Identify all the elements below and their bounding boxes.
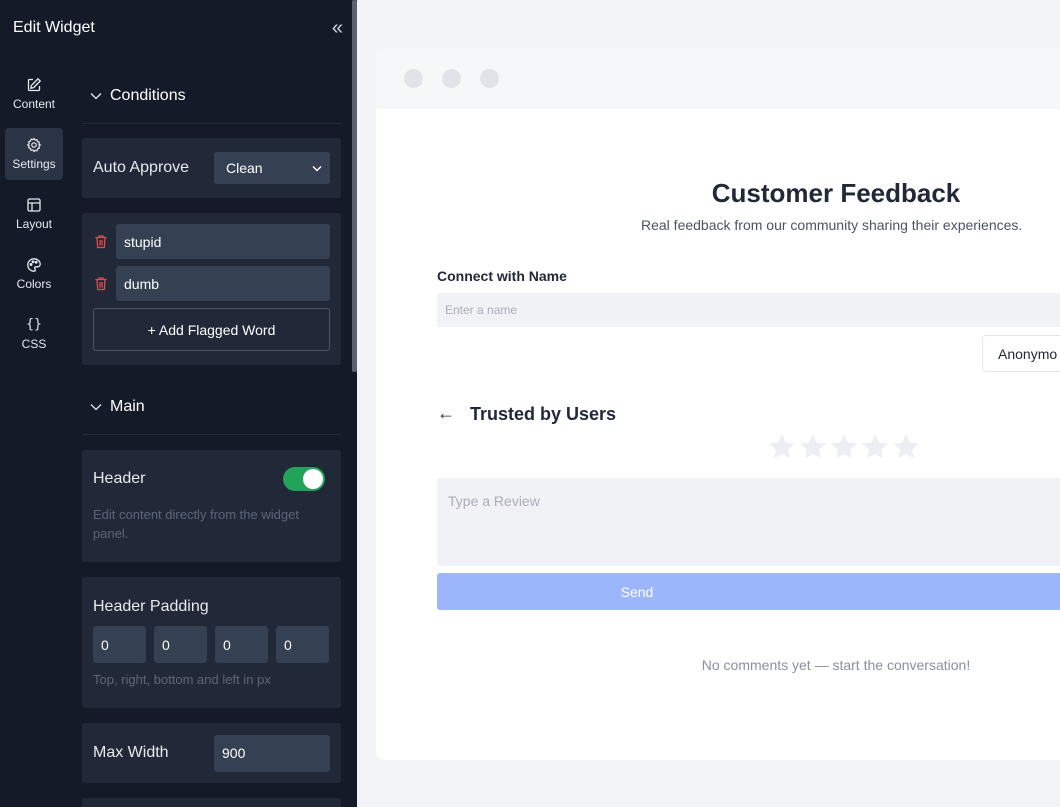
header-card: Header Edit content directly from the wi… bbox=[82, 450, 341, 562]
back-arrow-icon[interactable]: ← bbox=[437, 403, 455, 424]
chevron-down-icon bbox=[312, 165, 322, 171]
flagged-word-row: dumb bbox=[93, 266, 330, 301]
auto-approve-label: Auto Approve bbox=[93, 159, 190, 176]
main-section-header[interactable]: Main bbox=[82, 379, 341, 435]
rail-tab-css[interactable]: {} CSS bbox=[5, 308, 63, 360]
star-icon[interactable] bbox=[798, 432, 828, 462]
max-width-card: Max Width 900 bbox=[82, 723, 341, 783]
palette-icon bbox=[27, 258, 41, 272]
main-heading: Main bbox=[110, 397, 145, 415]
star-icon[interactable] bbox=[767, 432, 797, 462]
conditions-section-header[interactable]: Conditions bbox=[82, 68, 341, 124]
trash-icon[interactable] bbox=[94, 234, 108, 249]
flagged-words-card: stupid dumb + Add Flagged Word bbox=[82, 213, 341, 365]
max-width-input[interactable]: 900 bbox=[214, 734, 330, 772]
toggle-knob bbox=[303, 469, 323, 489]
header-help-text: Edit content directly from the widget pa… bbox=[93, 507, 299, 541]
rail-tab-colors[interactable]: Colors bbox=[5, 248, 63, 300]
settings-content: Conditions Auto Approve Clean stupid dum… bbox=[82, 68, 341, 807]
rating-stars[interactable] bbox=[767, 432, 921, 462]
window-dot bbox=[442, 69, 461, 88]
header-label: Header bbox=[93, 470, 146, 487]
code-braces-icon: {} bbox=[26, 317, 42, 332]
name-input[interactable]: Enter a name bbox=[437, 293, 1060, 327]
review-textarea[interactable]: Type a Review bbox=[437, 478, 1060, 566]
star-icon[interactable] bbox=[891, 432, 921, 462]
rail-label-layout: Layout bbox=[15, 217, 53, 231]
editor-panel: Edit Widget « Content Settings Layout Co… bbox=[0, 0, 357, 807]
trash-icon[interactable] bbox=[94, 276, 108, 291]
header-padding-card: Header Padding 0 0 0 0 Top, right, botto… bbox=[82, 577, 341, 708]
conditions-heading: Conditions bbox=[110, 86, 186, 104]
header-toggle[interactable] bbox=[283, 467, 325, 491]
preview-window-bar bbox=[376, 48, 1060, 109]
add-flagged-word-button[interactable]: + Add Flagged Word bbox=[93, 308, 330, 351]
auto-approve-card: Auto Approve Clean bbox=[82, 138, 341, 198]
auto-approve-select[interactable]: Clean bbox=[214, 152, 330, 184]
layout-icon bbox=[27, 198, 41, 212]
flagged-word-input[interactable]: stupid bbox=[116, 224, 330, 259]
window-dot bbox=[404, 69, 423, 88]
panel-scrollbar[interactable] bbox=[352, 0, 357, 372]
edit-icon bbox=[27, 77, 42, 92]
star-icon[interactable] bbox=[860, 432, 890, 462]
gear-icon bbox=[26, 137, 42, 153]
editor-header: Edit Widget « bbox=[0, 0, 357, 56]
rail-tab-settings[interactable]: Settings bbox=[5, 128, 63, 180]
anonymous-button[interactable]: Anonymo bbox=[982, 335, 1060, 372]
padding-top-input[interactable]: 0 bbox=[93, 626, 146, 663]
rail-label-content: Content bbox=[12, 97, 56, 111]
editor-rail: Content Settings Layout Colors {} CSS bbox=[0, 68, 68, 368]
padding-help-text: Top, right, bottom and left in px bbox=[93, 672, 271, 687]
flagged-word-input[interactable]: dumb bbox=[116, 266, 330, 301]
star-icon[interactable] bbox=[829, 432, 859, 462]
padding-bottom-input[interactable]: 0 bbox=[215, 626, 268, 663]
rail-label-settings: Settings bbox=[12, 157, 56, 171]
widget-preview: Customer Feedback Real feedback from our… bbox=[376, 48, 1060, 760]
editor-title: Edit Widget bbox=[13, 19, 95, 36]
chevron-down-icon bbox=[90, 403, 102, 410]
rail-label-css: CSS bbox=[21, 337, 47, 351]
rail-tab-content[interactable]: Content bbox=[5, 68, 63, 120]
chevron-down-icon bbox=[90, 92, 102, 99]
rail-label-colors: Colors bbox=[16, 277, 52, 291]
padding-right-input[interactable]: 0 bbox=[154, 626, 207, 663]
section-title: Trusted by Users bbox=[470, 404, 617, 424]
collapse-panel-icon[interactable]: « bbox=[332, 18, 343, 38]
window-dot bbox=[480, 69, 499, 88]
header-padding-label: Header Padding bbox=[93, 598, 209, 615]
rail-tab-layout[interactable]: Layout bbox=[5, 188, 63, 240]
padding-left-input[interactable]: 0 bbox=[276, 626, 329, 663]
flagged-word-row: stupid bbox=[93, 224, 330, 259]
connect-name-label: Connect with Name bbox=[437, 268, 567, 284]
max-width-label: Max Width bbox=[93, 744, 169, 761]
send-button[interactable]: Send bbox=[437, 573, 1060, 610]
preview-subtitle: Real feedback from our community sharing… bbox=[641, 217, 1023, 233]
empty-state-message: No comments yet — start the conversation… bbox=[701, 657, 971, 673]
next-setting-card bbox=[82, 798, 341, 807]
preview-title: Customer Feedback bbox=[711, 178, 961, 208]
auto-approve-value: Clean bbox=[226, 160, 263, 176]
